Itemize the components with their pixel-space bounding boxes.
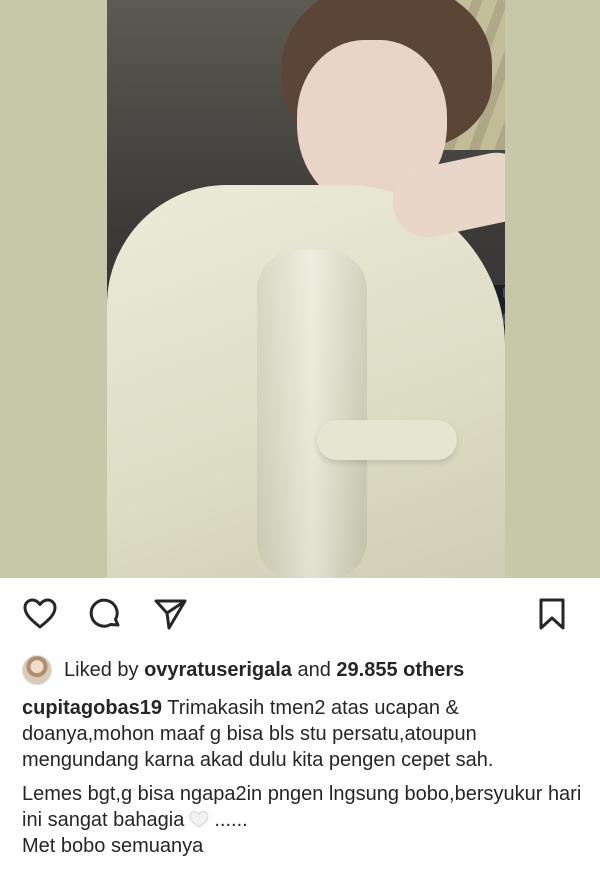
- post-caption: cupitagobas19 Trimakasih tmen2 atas ucap…: [22, 695, 582, 859]
- post-image-area[interactable]: [0, 0, 600, 578]
- caption-username[interactable]: cupitagobas19: [22, 697, 162, 719]
- likes-prefix: Liked by: [64, 658, 145, 681]
- likes-middle: and: [291, 658, 337, 681]
- bookmark-icon[interactable]: [534, 596, 570, 632]
- bathrobe-belt: [317, 420, 457, 460]
- liker-username[interactable]: ovyratuserigala: [144, 659, 292, 682]
- likes-count[interactable]: 29.855 others: [336, 659, 464, 682]
- bathrobe-fold: [257, 250, 367, 578]
- caption-paragraph-2: Lemes bgt,g bisa ngapa2in pngen lngsung …: [22, 781, 582, 833]
- comment-bubble-icon[interactable]: [87, 596, 123, 632]
- likes-summary[interactable]: Liked by ovyratuserigala and 29.855 othe…: [22, 654, 592, 686]
- heart-outline-icon[interactable]: [22, 596, 58, 632]
- caption-ellipsis: ......: [214, 809, 248, 831]
- white-heart-icon: [188, 809, 210, 829]
- post-action-bar: [0, 578, 600, 650]
- caption-text-2: Lemes bgt,g bisa ngapa2in pngen lngsung …: [22, 783, 582, 831]
- liker-avatar[interactable]: [22, 655, 52, 685]
- caption-paragraph-3: Met bobo semuanya: [22, 833, 582, 859]
- post-photo[interactable]: [107, 0, 505, 578]
- caption-paragraph-1: cupitagobas19 Trimakasih tmen2 atas ucap…: [22, 695, 582, 773]
- caption-text-3: Met bobo semuanya: [22, 835, 204, 857]
- paper-plane-icon[interactable]: [152, 596, 188, 632]
